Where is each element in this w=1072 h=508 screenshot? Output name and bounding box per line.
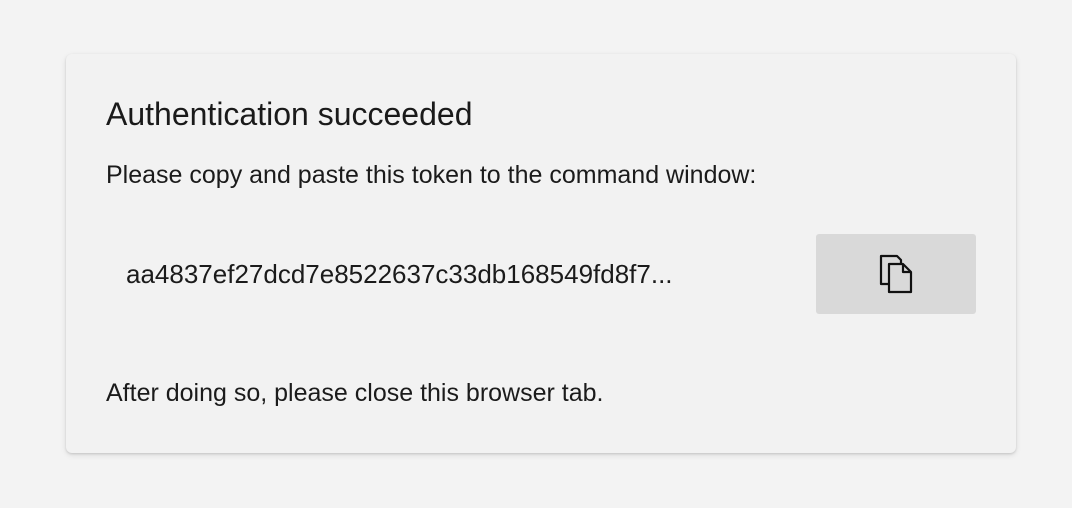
auth-card: Authentication succeeded Please copy and… xyxy=(66,54,1016,453)
page-title: Authentication succeeded xyxy=(106,96,473,132)
copy-icon xyxy=(877,254,915,294)
token-value[interactable]: aa4837ef27dcd7e8522637c33db168549fd8f7..… xyxy=(106,257,796,291)
footer-note: After doing so, please close this browse… xyxy=(106,379,604,407)
instruction-text: Please copy and paste this token to the … xyxy=(106,161,757,189)
token-row: aa4837ef27dcd7e8522637c33db168549fd8f7..… xyxy=(106,234,976,314)
copy-button[interactable] xyxy=(816,234,976,314)
